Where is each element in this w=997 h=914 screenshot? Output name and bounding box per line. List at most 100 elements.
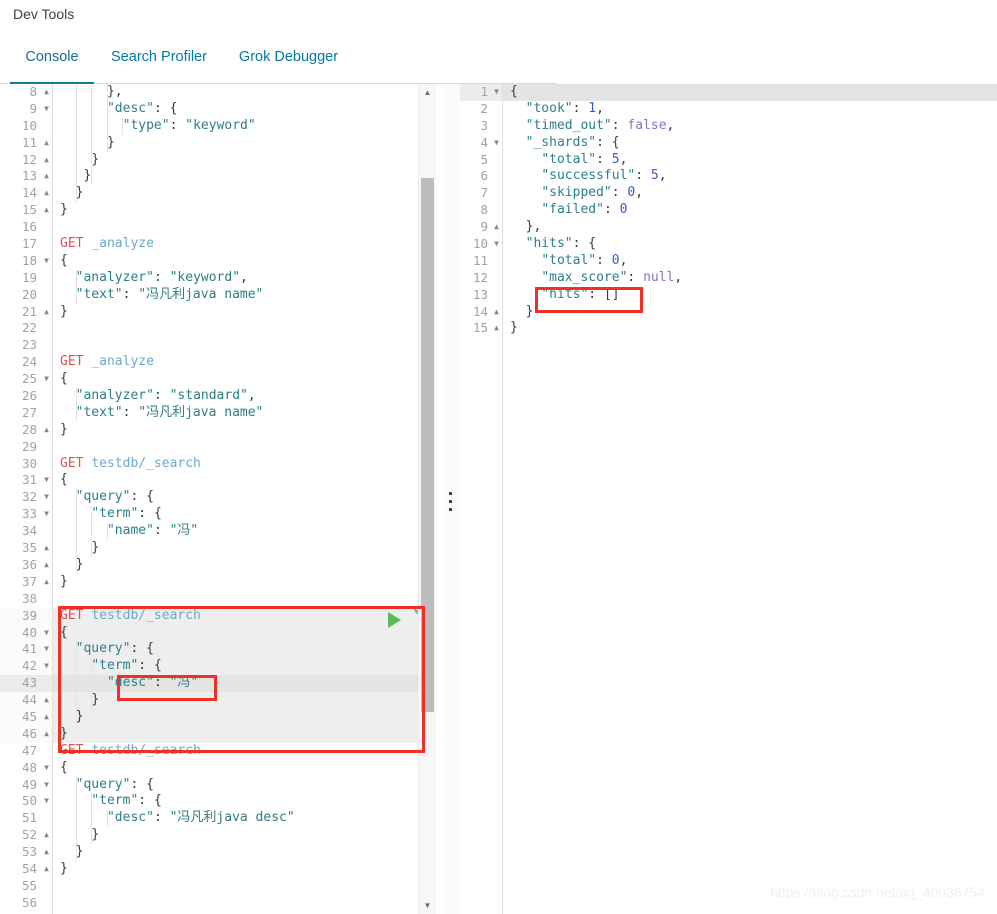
code-line[interactable] (53, 337, 418, 354)
fold-toggle-icon[interactable]: ▼ (44, 641, 49, 658)
fold-toggle-icon[interactable]: ▼ (44, 760, 49, 777)
fold-toggle-icon[interactable]: ▼ (44, 777, 49, 794)
code-line[interactable] (53, 878, 418, 895)
code-line[interactable]: "query": { (53, 776, 418, 794)
code-line[interactable] (53, 219, 418, 236)
code-line[interactable]: GET testdb/_search (53, 456, 418, 473)
gutter-line[interactable]: 26 (0, 388, 52, 405)
code-line[interactable]: "desc": { (53, 100, 418, 118)
code-line[interactable] (53, 320, 418, 337)
code-line[interactable]: "term": { (53, 793, 418, 811)
gutter-line[interactable]: 46 ▲ (0, 726, 52, 743)
scrollbar-thumb[interactable] (421, 178, 434, 712)
gutter-line[interactable]: 41 ▼ (0, 641, 52, 658)
gutter-line[interactable]: 31 ▼ (0, 472, 52, 489)
code-line[interactable] (53, 895, 418, 912)
gutter-line[interactable]: 47 (0, 743, 52, 760)
gutter-line[interactable]: 38 (0, 591, 52, 608)
request-editor-pane[interactable]: 8 ▲ 9 ▼ 10 11 ▲ 12 ▲ 13 ▲ 14 ▲ 15 ▲ 16 17 18 ▼ 19 20 21 ▲ 22 23 2… (0, 84, 418, 914)
fold-toggle-icon[interactable]: ▲ (44, 422, 49, 439)
code-line[interactable]: "query": { (53, 489, 418, 507)
gutter-line[interactable]: 19 (0, 270, 52, 287)
gutter-line[interactable]: 16 (0, 219, 52, 236)
gutter-line[interactable]: 23 (0, 337, 52, 354)
fold-toggle-icon[interactable]: ▲ (44, 202, 49, 219)
code-line[interactable]: "type": "keyword" (53, 117, 418, 135)
gutter-line[interactable]: 32 ▼ (0, 489, 52, 506)
code-line[interactable]: "text": "冯凡利java name" (53, 286, 418, 304)
code-line[interactable]: } (53, 726, 418, 743)
code-line[interactable]: } (53, 708, 418, 726)
gutter-line[interactable]: 55 (0, 878, 52, 895)
gutter-line[interactable]: 52 ▲ (0, 827, 52, 844)
code-line[interactable]: } (53, 844, 418, 861)
fold-toggle-icon[interactable]: ▲ (44, 557, 49, 574)
gutter-line[interactable]: 17 (0, 236, 52, 253)
drag-handle-icon[interactable] (449, 492, 453, 514)
gutter-line[interactable]: 28 ▲ (0, 422, 52, 439)
fold-toggle-icon[interactable]: ▼ (44, 658, 49, 675)
fold-toggle-icon[interactable]: ▲ (44, 540, 49, 557)
gutter-line[interactable]: 45 ▲ (0, 709, 52, 726)
gutter-line[interactable]: 49 ▼ (0, 777, 52, 794)
gutter-line[interactable]: 22 (0, 320, 52, 337)
editor-code-area[interactable]: }, "desc": { "type": "keyword" } } } }} G… (53, 84, 418, 914)
fold-toggle-icon[interactable]: ▲ (44, 726, 49, 743)
fold-toggle-icon[interactable]: ▲ (44, 709, 49, 726)
gutter-line[interactable]: 42 ▼ (0, 658, 52, 675)
gutter-line[interactable]: 20 (0, 287, 52, 304)
code-line[interactable]: "analyzer": "keyword", (53, 269, 418, 287)
fold-toggle-icon[interactable]: ▲ (44, 827, 49, 844)
gutter-line[interactable]: 48 ▼ (0, 760, 52, 777)
fold-toggle-icon[interactable]: ▲ (44, 135, 49, 152)
gutter-line[interactable]: 37 ▲ (0, 574, 52, 591)
gutter-line[interactable]: 51 (0, 810, 52, 827)
fold-toggle-icon[interactable]: ▼ (44, 371, 49, 388)
code-line[interactable]: } (53, 168, 418, 186)
fold-toggle-icon[interactable]: ▲ (44, 84, 49, 101)
code-line[interactable]: } (53, 574, 418, 591)
code-line[interactable]: } (53, 304, 418, 321)
code-line[interactable]: { (53, 371, 418, 388)
tab-search-profiler[interactable]: Search Profiler (94, 34, 224, 82)
gutter-line[interactable]: 15 ▲ (0, 202, 52, 219)
code-line[interactable] (53, 591, 418, 608)
fold-toggle-icon[interactable]: ▲ (44, 304, 49, 321)
fold-toggle-icon[interactable]: ▲ (44, 185, 49, 202)
code-line[interactable]: } (53, 151, 418, 169)
gutter-line[interactable]: 43 (0, 675, 52, 693)
gutter-line[interactable]: 10 (0, 118, 52, 135)
tab-console[interactable]: Console (10, 34, 94, 85)
code-line[interactable]: { (53, 625, 418, 642)
gutter-line[interactable]: 30 (0, 456, 52, 473)
gutter-line[interactable]: 11 ▲ (0, 135, 52, 152)
code-line[interactable]: } (53, 692, 418, 709)
code-line[interactable]: "name": "冯" (53, 523, 418, 541)
code-line[interactable]: "desc": "冯" (53, 675, 418, 693)
fold-toggle-icon[interactable]: ▲ (494, 219, 499, 236)
fold-toggle-icon[interactable]: ▼ (44, 472, 49, 489)
fold-toggle-icon[interactable]: ▲ (44, 844, 49, 861)
fold-toggle-icon[interactable]: ▼ (44, 625, 49, 642)
code-line[interactable]: } (53, 861, 418, 878)
gutter-line[interactable]: 44 ▲ (0, 692, 52, 709)
code-line[interactable]: }, (53, 84, 418, 101)
gutter-line[interactable]: 34 (0, 523, 52, 540)
gutter-line[interactable]: 12 ▲ (0, 152, 52, 169)
code-line[interactable]: "term": { (53, 506, 418, 524)
code-line[interactable]: } (53, 422, 418, 439)
code-line[interactable]: GET _analyze (53, 354, 418, 371)
gutter-line[interactable]: 24 (0, 354, 52, 371)
code-line[interactable]: "text": "冯凡利java name" (53, 404, 418, 422)
fold-toggle-icon[interactable]: ▼ (44, 506, 49, 523)
code-line[interactable]: { (53, 760, 418, 777)
tab-grok-debugger[interactable]: Grok Debugger (226, 34, 351, 82)
fold-toggle-icon[interactable]: ▼ (44, 101, 49, 118)
code-line[interactable]: } (53, 540, 418, 557)
fold-toggle-icon[interactable]: ▼ (494, 135, 499, 152)
code-line[interactable]: GET _analyze (53, 236, 418, 253)
fold-toggle-icon[interactable]: ▼ (494, 84, 499, 101)
gutter-line[interactable]: 36 ▲ (0, 557, 52, 574)
gutter-line[interactable]: 33 ▼ (0, 506, 52, 523)
fold-toggle-icon[interactable]: ▲ (44, 574, 49, 591)
